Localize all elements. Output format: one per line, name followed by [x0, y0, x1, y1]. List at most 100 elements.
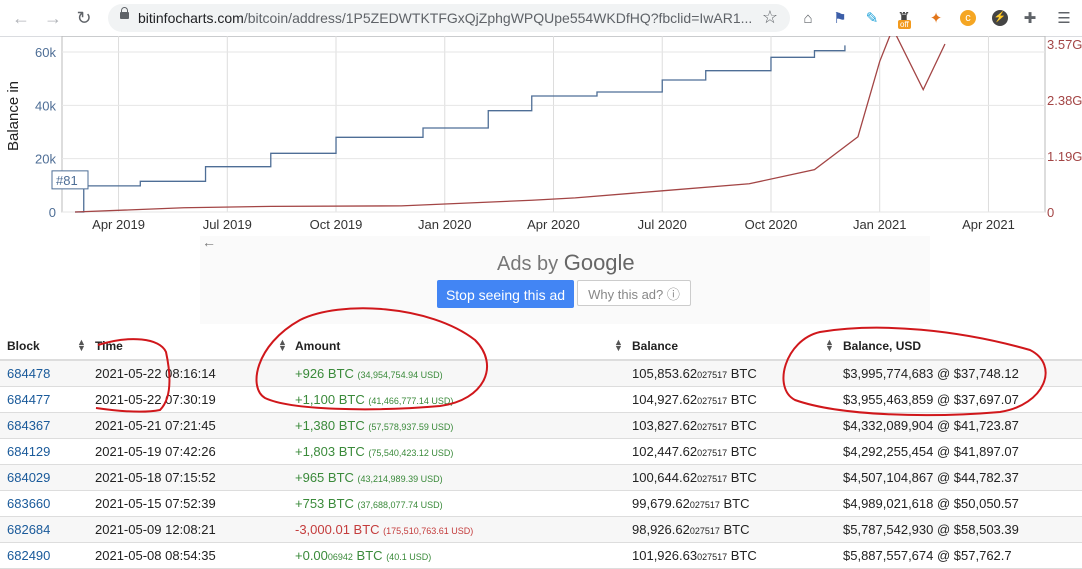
- sort-icon[interactable]: ▲ ▼: [614, 338, 623, 353]
- stop-seeing-ad-button[interactable]: Stop seeing this ad: [437, 280, 574, 308]
- extension-off-icon[interactable]: ♜ off: [892, 6, 916, 30]
- table-row: 682490 2021-05-08 08:54:35 +0.0006942 BTC …: [0, 543, 1082, 569]
- google-text: Google: [563, 250, 635, 275]
- back-icon[interactable]: ←: [10, 8, 32, 28]
- tx-balance: 105,853.62027517 BTC: [632, 366, 757, 381]
- header-amount[interactable]: Amount: [295, 339, 340, 353]
- chart-series: [75, 26, 946, 213]
- tx-time: 2021-05-15 07:52:39: [95, 496, 216, 511]
- x-tick-label: Apr 2019: [92, 217, 145, 232]
- balance-unit: BTC: [727, 366, 757, 381]
- tx-balance: 99,679.62027517 BTC: [632, 496, 750, 511]
- forward-icon[interactable]: →: [42, 8, 64, 28]
- balance-unit: BTC: [719, 522, 750, 537]
- amount-usd: (175,510,763.61 USD): [383, 526, 474, 536]
- tx-balance-usd: $3,955,463,859 @ $37,697.07: [843, 392, 1019, 407]
- amount-usd: (37,688,077.74 USD): [357, 500, 443, 510]
- table-row: 684477 2021-05-22 07:30:19 +1,100 BTC (41,…: [0, 387, 1082, 413]
- amount-value: +1,803 BTC: [295, 444, 365, 459]
- balance-main: 102,447.62: [632, 444, 698, 459]
- tx-amount: +753 BTC (37,688,077.74 USD): [295, 496, 443, 511]
- tx-balance: 104,927.62027517 BTC: [632, 392, 757, 407]
- header-time[interactable]: Time: [95, 339, 123, 353]
- balance-small-digits: 027517: [697, 474, 728, 484]
- sort-icon[interactable]: ▲ ▼: [77, 338, 86, 353]
- extension-flag-icon[interactable]: ⚑: [828, 6, 852, 30]
- tx-balance-usd: $5,787,542,930 @ $58,503.39: [843, 522, 1019, 537]
- amount-value: +965 BTC: [295, 470, 354, 485]
- amount-usd: (75,540,423.12 USD): [368, 448, 454, 458]
- table-row: 682684 2021-05-09 12:08:21 -3,000.01 BTC (…: [0, 517, 1082, 543]
- table-header: Block ▲ ▼ Time ▲ ▼ Amount ▲ ▼ Balance ▲ ▼ Ba…: [0, 333, 1082, 361]
- right-tick-label: 0: [1047, 205, 1054, 220]
- tx-time: 2021-05-08 08:54:35: [95, 548, 216, 563]
- balance-main: 101,926.63: [632, 548, 698, 563]
- url-text[interactable]: bitinfocharts.com/bitcoin/address/1P5ZED…: [138, 10, 752, 26]
- address-bar[interactable]: bitinfocharts.com/bitcoin/address/1P5ZED…: [108, 4, 790, 32]
- amount-value: +1,380 BTC: [295, 418, 365, 433]
- balance-unit: BTC: [727, 392, 757, 407]
- tx-amount: +0.0006942 BTC (40.1 USD): [295, 548, 431, 563]
- amount-unit: BTC: [352, 548, 383, 563]
- x-tick-label: Oct 2020: [745, 217, 798, 232]
- balance-small-digits: 027517: [697, 448, 728, 458]
- home-icon[interactable]: ⌂: [796, 6, 820, 30]
- table-row: 684478 2021-05-22 08:16:14 +926 BTC (34,95…: [0, 361, 1082, 387]
- right-tick-label: 2.38G: [1047, 93, 1082, 108]
- ads-by-google-label: Ads by Google: [497, 250, 635, 276]
- tx-balance-usd: $4,292,255,454 @ $41,897.07: [843, 444, 1019, 459]
- amount-usd: (41,466,777.14 USD): [368, 396, 454, 406]
- bookmark-star-icon[interactable]: ☆: [762, 7, 778, 28]
- tx-balance: 102,447.62027517 BTC: [632, 444, 757, 459]
- header-balance[interactable]: Balance: [632, 339, 678, 353]
- balance-unit: BTC: [719, 496, 750, 511]
- x-tick-label: Jul 2020: [638, 217, 687, 232]
- block-link[interactable]: 684477: [7, 392, 50, 407]
- tx-time: 2021-05-09 12:08:21: [95, 522, 216, 537]
- header-block[interactable]: Block: [7, 339, 40, 353]
- balance-unit: BTC: [727, 470, 757, 485]
- reading-list-icon[interactable]: ☰: [1052, 6, 1076, 30]
- tx-amount: +1,100 BTC (41,466,777.14 USD): [295, 392, 453, 407]
- left-tick-label: 0: [49, 205, 56, 220]
- sort-icon[interactable]: ▲ ▼: [825, 338, 834, 353]
- metamask-fox-icon[interactable]: ✦: [924, 6, 948, 30]
- balance-small-digits: 027517: [697, 370, 728, 380]
- balance-chart: Apr 2019 Jul 2019 Oct 2019 Jan 2020 Apr 2020…: [0, 26, 1082, 236]
- header-balance-usd[interactable]: Balance, USD: [843, 339, 921, 353]
- amount-value: +0.00: [295, 548, 328, 563]
- tx-balance: 98,926.62027517 BTC: [632, 522, 750, 537]
- balance-small-digits: 027517: [697, 396, 728, 406]
- amount-usd: (57,578,937.59 USD): [368, 422, 454, 432]
- block-link[interactable]: 684478: [7, 366, 50, 381]
- balance-unit: BTC: [727, 444, 757, 459]
- block-link[interactable]: 682490: [7, 548, 50, 563]
- marker-label: #81: [56, 173, 78, 188]
- extension-pin-icon[interactable]: ✎: [860, 6, 884, 30]
- tx-time: 2021-05-22 08:16:14: [95, 366, 216, 381]
- left-tick-label: 20k: [35, 152, 56, 167]
- sort-icon[interactable]: ▲ ▼: [278, 338, 287, 353]
- coin-extension-icon[interactable]: c: [956, 6, 980, 30]
- block-link[interactable]: 682684: [7, 522, 50, 537]
- tx-time: 2021-05-18 07:15:52: [95, 470, 216, 485]
- amount-value: -3,000.01 BTC: [295, 522, 380, 537]
- why-this-ad-button[interactable]: Why this ad? ⓘ: [577, 280, 691, 306]
- x-tick-label: Apr 2020: [527, 217, 580, 232]
- balance-unit: BTC: [727, 548, 757, 563]
- lightning-icon[interactable]: ⚡: [988, 6, 1012, 30]
- block-link[interactable]: 684029: [7, 470, 50, 485]
- balance-main: 103,827.62: [632, 418, 698, 433]
- ad-back-icon[interactable]: ←: [202, 234, 216, 250]
- x-tick-label: Jan 2020: [418, 217, 472, 232]
- table-row: 684129 2021-05-19 07:42:26 +1,803 BTC (75,…: [0, 439, 1082, 465]
- block-link[interactable]: 684367: [7, 418, 50, 433]
- tx-amount: +1,380 BTC (57,578,937.59 USD): [295, 418, 453, 433]
- y-axis-label: Balance in: [5, 81, 22, 151]
- left-tick-label: 60k: [35, 45, 56, 60]
- left-tick-label: 40k: [35, 98, 56, 113]
- block-link[interactable]: 684129: [7, 444, 50, 459]
- block-link[interactable]: 683660: [7, 496, 50, 511]
- extensions-puzzle-icon[interactable]: ✚: [1018, 6, 1042, 30]
- reload-icon[interactable]: ↻: [73, 8, 95, 28]
